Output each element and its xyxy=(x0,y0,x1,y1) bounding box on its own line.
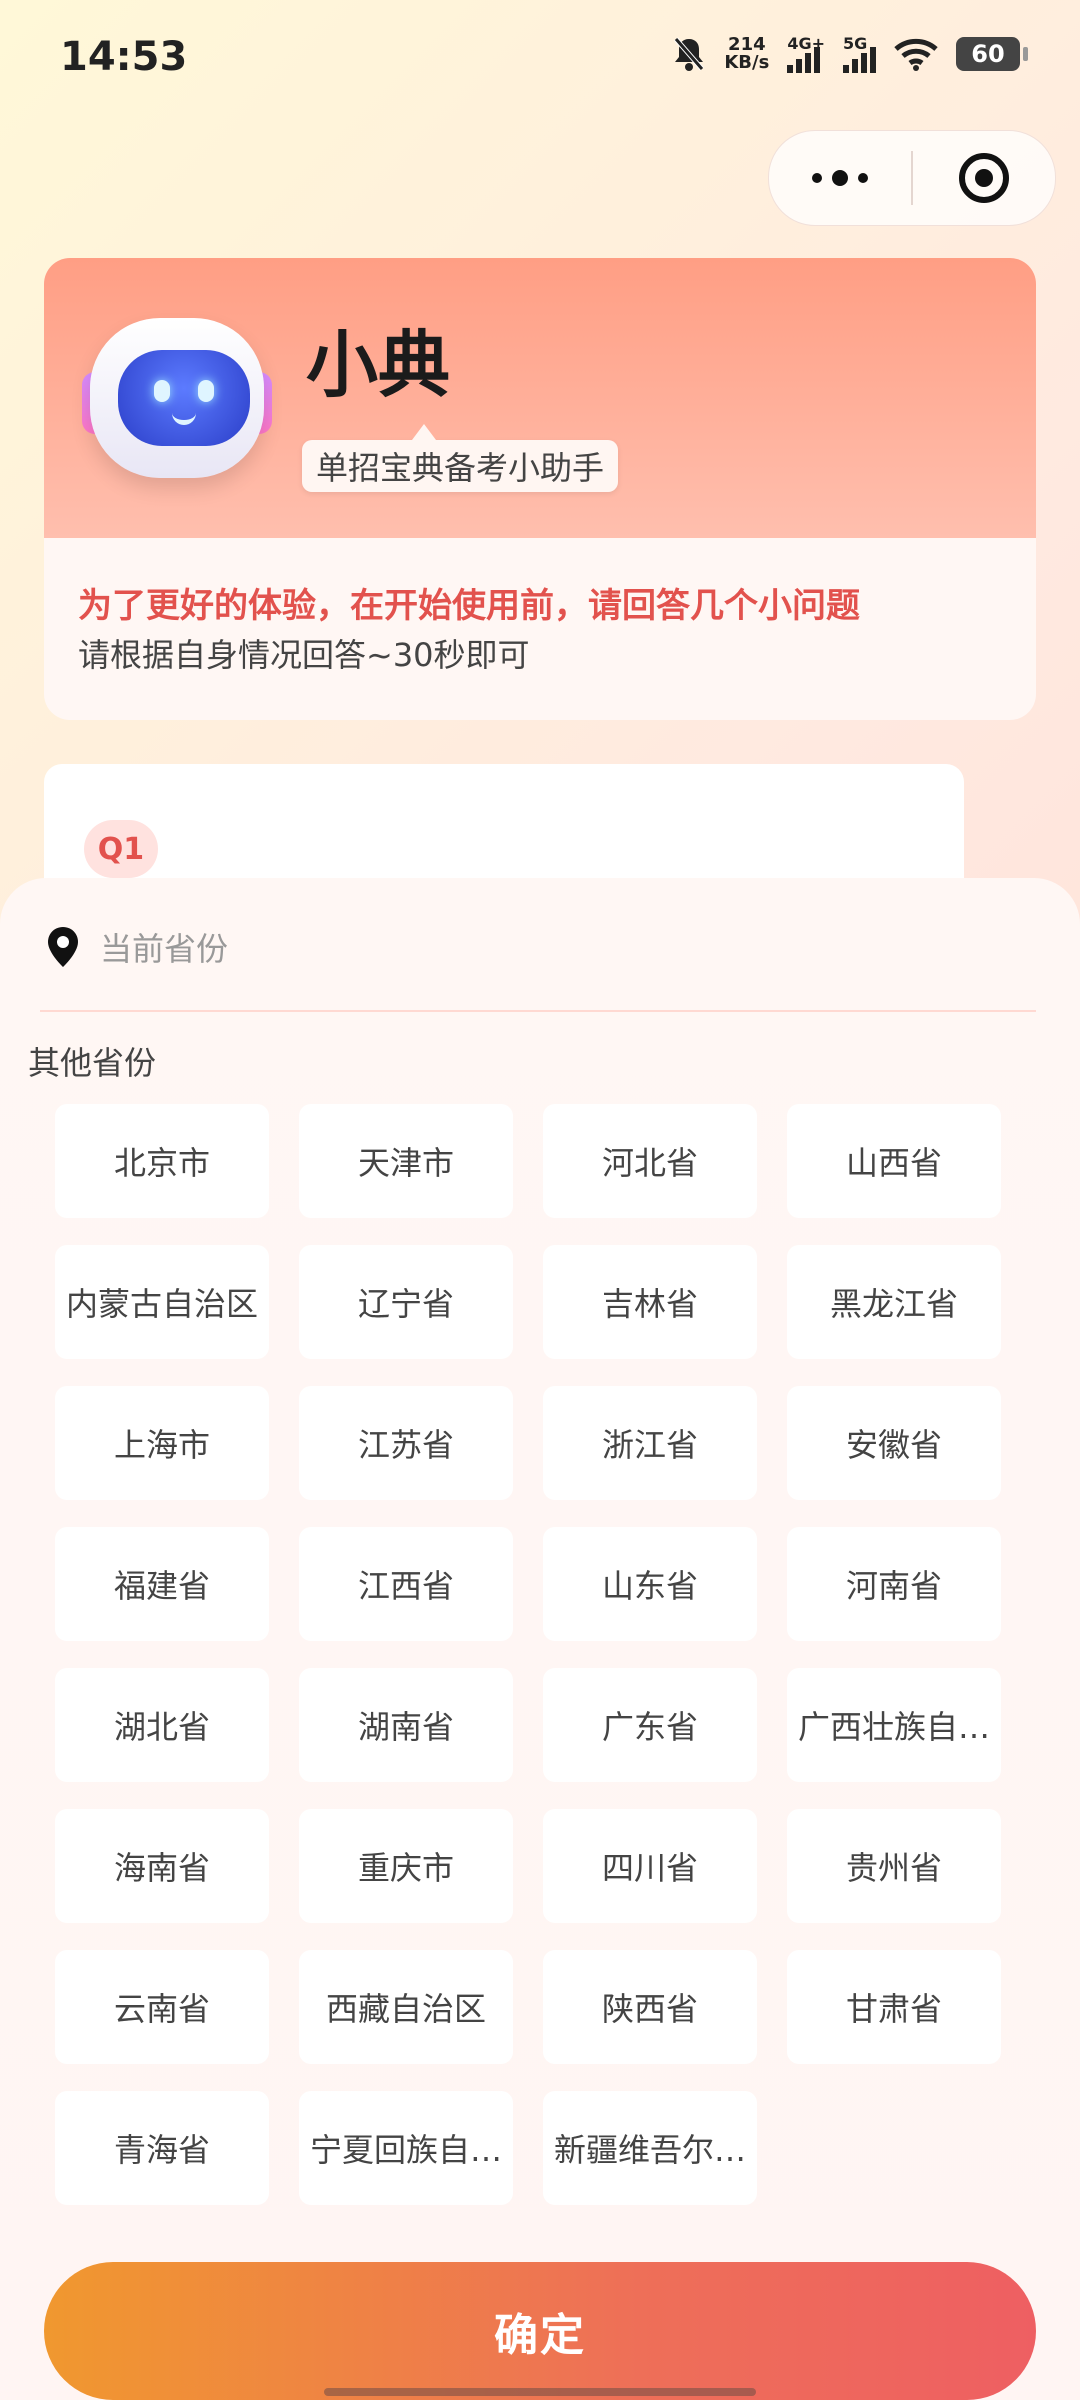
status-time: 14:53 xyxy=(60,34,188,80)
province-option[interactable]: 陕西省 xyxy=(543,1950,757,2064)
province-label: 甘肃省 xyxy=(845,1990,942,2028)
target-close-icon xyxy=(958,153,1009,203)
province-label: 青海省 xyxy=(113,2131,210,2169)
more-menu-button[interactable] xyxy=(769,131,911,225)
province-label: 贵州省 xyxy=(845,1849,942,1887)
province-option[interactable]: 广西壮族自… xyxy=(787,1668,1001,1782)
more-dots-icon xyxy=(812,170,868,186)
province-grid: 北京市 天津市 河北省 山西省 内蒙古自治区 辽宁省 吉林省 黑龙江省 上海市 … xyxy=(55,1104,1001,2205)
net-speed: 214 KB/s xyxy=(724,33,770,73)
province-option[interactable]: 四川省 xyxy=(543,1809,757,1923)
province-option[interactable]: 北京市 xyxy=(55,1104,269,1218)
province-option[interactable]: 内蒙古自治区 xyxy=(55,1245,269,1359)
province-label: 云南省 xyxy=(113,1990,210,2028)
bot-name: 小典 xyxy=(306,323,451,407)
province-label: 天津市 xyxy=(357,1144,454,1182)
province-label: 吉林省 xyxy=(601,1285,698,1323)
province-option[interactable]: 浙江省 xyxy=(543,1386,757,1500)
province-label: 内蒙古自治区 xyxy=(65,1285,258,1323)
province-option[interactable]: 山西省 xyxy=(787,1104,1001,1218)
province-option[interactable]: 天津市 xyxy=(299,1104,513,1218)
sheet-divider xyxy=(40,1010,1036,1012)
province-label: 山西省 xyxy=(845,1144,942,1182)
province-option[interactable]: 贵州省 xyxy=(787,1809,1001,1923)
mute-bell-icon xyxy=(674,36,705,71)
province-label: 浙江省 xyxy=(601,1426,698,1464)
other-provinces-label: 其他省份 xyxy=(28,1044,157,1082)
province-option[interactable]: 河北省 xyxy=(543,1104,757,1218)
signal-5g: 5G xyxy=(843,34,876,73)
province-option[interactable]: 甘肃省 xyxy=(787,1950,1001,2064)
intro-headline: 为了更好的体验，在开始使用前，请回答几个小问题 xyxy=(78,586,860,626)
province-label: 宁夏回族自… xyxy=(309,2131,502,2169)
province-label: 海南省 xyxy=(113,1849,210,1887)
signal-bars-icon xyxy=(843,47,876,73)
home-indicator[interactable] xyxy=(324,2388,756,2396)
province-option[interactable]: 山东省 xyxy=(543,1527,757,1641)
net-speed-value: 214 xyxy=(728,33,766,55)
bot-tagline-bubble: 单招宝典备考小助手 xyxy=(302,424,619,492)
province-label: 重庆市 xyxy=(357,1849,454,1887)
current-province-label: 当前省份 xyxy=(100,930,229,968)
miniprogram-capsule xyxy=(768,130,1056,226)
province-option[interactable]: 西藏自治区 xyxy=(299,1950,513,2064)
province-label: 河南省 xyxy=(845,1567,942,1605)
battery-indicator: 60 xyxy=(956,36,1028,71)
province-option[interactable]: 河南省 xyxy=(787,1527,1001,1641)
province-option[interactable]: 黑龙江省 xyxy=(787,1245,1001,1359)
confirm-button[interactable]: 确定 xyxy=(44,2262,1036,2400)
province-option[interactable]: 广东省 xyxy=(543,1668,757,1782)
province-label: 山东省 xyxy=(601,1567,698,1605)
province-label: 湖南省 xyxy=(357,1708,454,1746)
province-label: 陕西省 xyxy=(601,1990,698,2028)
province-option[interactable]: 重庆市 xyxy=(299,1809,513,1923)
province-option[interactable]: 安徽省 xyxy=(787,1386,1001,1500)
signal-4g: 4G+ xyxy=(787,34,825,73)
province-label: 四川省 xyxy=(601,1849,698,1887)
intro-card: 小典 单招宝典备考小助手 为了更好的体验，在开始使用前，请回答几个小问题 请根据… xyxy=(44,258,1036,720)
robot-avatar-icon xyxy=(82,318,272,498)
province-label: 广西壮族自… xyxy=(797,1708,990,1746)
close-miniprogram-button[interactable] xyxy=(913,131,1055,225)
province-label: 北京市 xyxy=(113,1144,210,1182)
status-icons: 214 KB/s 4G+ 5G 60 xyxy=(672,33,1028,73)
province-option[interactable]: 福建省 xyxy=(55,1527,269,1641)
province-label: 上海市 xyxy=(113,1426,210,1464)
question-badge: Q1 xyxy=(84,820,158,878)
intro-subline: 请根据自身情况回答~30秒即可 xyxy=(78,636,530,674)
province-picker-sheet: 当前省份 其他省份 北京市 天津市 河北省 山西省 内蒙古自治区 辽宁省 吉林省… xyxy=(0,878,1080,2400)
province-option[interactable]: 湖北省 xyxy=(55,1668,269,1782)
province-option[interactable]: 江苏省 xyxy=(299,1386,513,1500)
province-option[interactable]: 海南省 xyxy=(55,1809,269,1923)
current-province-row[interactable]: 当前省份 xyxy=(44,924,228,970)
province-label: 广东省 xyxy=(601,1708,698,1746)
province-label: 福建省 xyxy=(113,1567,210,1605)
province-label: 新疆维吾尔… xyxy=(553,2131,746,2169)
province-option[interactable]: 新疆维吾尔… xyxy=(543,2091,757,2205)
province-option[interactable]: 辽宁省 xyxy=(299,1245,513,1359)
wifi-icon xyxy=(894,38,938,71)
province-option[interactable]: 宁夏回族自… xyxy=(299,2091,513,2205)
province-label: 河北省 xyxy=(601,1144,698,1182)
status-bar: 14:53 214 KB/s 4G+ 5G 60 xyxy=(0,0,1080,120)
province-label: 江西省 xyxy=(357,1567,454,1605)
location-pin-icon xyxy=(44,925,82,969)
province-label: 黑龙江省 xyxy=(829,1285,958,1323)
province-option[interactable]: 青海省 xyxy=(55,2091,269,2205)
province-option[interactable]: 上海市 xyxy=(55,1386,269,1500)
province-label: 安徽省 xyxy=(845,1426,942,1464)
province-label: 辽宁省 xyxy=(357,1285,454,1323)
province-option[interactable]: 湖南省 xyxy=(299,1668,513,1782)
net-speed-unit: KB/s xyxy=(724,51,770,73)
signal-bars-icon xyxy=(787,47,821,73)
province-label: 江苏省 xyxy=(357,1426,454,1464)
province-label: 西藏自治区 xyxy=(325,1990,486,2028)
intro-header: 小典 单招宝典备考小助手 xyxy=(44,258,1036,538)
province-option[interactable]: 江西省 xyxy=(299,1527,513,1641)
province-option[interactable]: 吉林省 xyxy=(543,1245,757,1359)
province-label: 湖北省 xyxy=(113,1708,210,1746)
province-option[interactable]: 云南省 xyxy=(55,1950,269,2064)
